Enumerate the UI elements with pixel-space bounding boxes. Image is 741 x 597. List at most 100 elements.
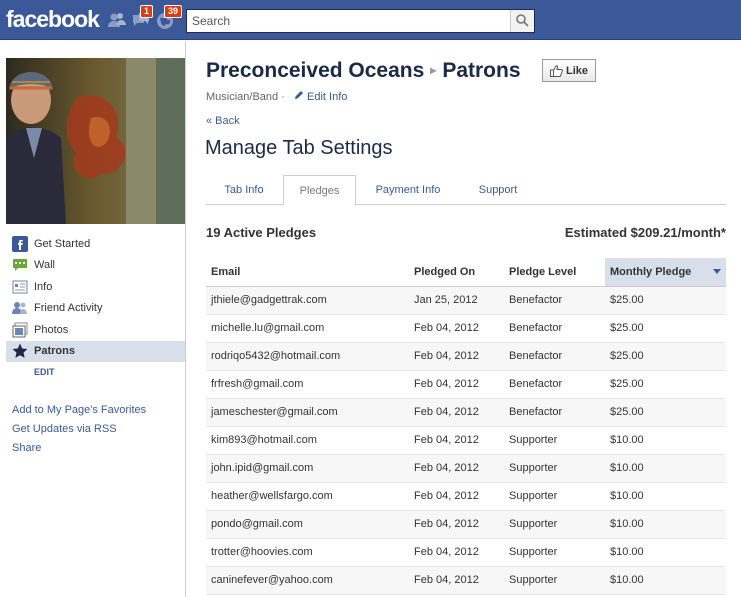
page-section: Patrons — [442, 59, 521, 82]
table-row: michelle.lu@gmail.com Feb 04, 2012 Benefac… — [206, 314, 726, 343]
back-link[interactable]: « Back — [206, 115, 240, 127]
column-header-pledge-level[interactable]: Pledge Level — [504, 258, 605, 287]
pledge-level: Supporter — [504, 510, 605, 539]
pledge-email: pondo@gmail.com — [206, 510, 409, 539]
pledges-table: Email Pledged On Pledge Level Monthly Pl… — [206, 258, 726, 595]
pledge-date: Feb 04, 2012 — [409, 342, 504, 371]
pledge-date: Feb 04, 2012 — [409, 510, 504, 539]
table-header-row: Email Pledged On Pledge Level Monthly Pl… — [206, 258, 726, 287]
pledge-amount: $10.00 — [605, 566, 726, 595]
pledge-email: caninefever@yahoo.com — [206, 566, 409, 595]
search-input[interactable] — [187, 10, 509, 32]
pledge-level: Supporter — [504, 566, 605, 595]
sidebar-nav: Get Started Wall Info Friend Activity Ph… — [6, 233, 185, 382]
pledge-email: trotter@hoovies.com — [206, 538, 409, 567]
table-row: jameschester@gmail.com Feb 04, 2012 Benefa… — [206, 398, 726, 427]
pledge-date: Feb 04, 2012 — [409, 538, 504, 567]
wall-icon — [12, 257, 28, 273]
estimated-monthly: Estimated $209.21/month* — [564, 225, 726, 240]
sidebar-item-photos[interactable]: Photos — [6, 319, 185, 341]
notifications-icon[interactable]: 39 — [155, 5, 183, 30]
search-icon — [516, 14, 529, 27]
pledge-level: Supporter — [504, 454, 605, 483]
left-column: Get Started Wall Info Friend Activity Ph… — [0, 41, 186, 597]
pledge-level: Benefactor — [504, 342, 605, 371]
pledge-amount: $25.00 — [605, 286, 726, 315]
table-row: jthiele@gadgettrak.com Jan 25, 2012 Benefa… — [206, 286, 726, 315]
like-button-label: Like — [565, 64, 588, 77]
pledge-email: jameschester@gmail.com — [206, 398, 409, 427]
breadcrumb-arrow-icon: ▸ — [430, 63, 437, 77]
notifications-count-badge: 39 — [164, 5, 183, 18]
page-subline: Musician/Band · Edit Info — [206, 90, 347, 103]
active-pledges-count: 19 Active Pledges — [206, 225, 317, 240]
column-header-pledged-on[interactable]: Pledged On — [409, 258, 504, 287]
pledge-date: Feb 04, 2012 — [409, 454, 504, 483]
pledge-email: heather@wellsfargo.com — [206, 482, 409, 511]
thumbs-up-icon — [549, 64, 563, 77]
friend-activity-icon — [12, 300, 28, 316]
pledge-email: michelle.lu@gmail.com — [206, 314, 409, 343]
edit-info-link[interactable]: Edit Info — [294, 91, 347, 103]
star-icon — [12, 343, 28, 359]
pledge-date: Jan 25, 2012 — [409, 286, 504, 315]
pledge-amount: $10.00 — [605, 454, 726, 483]
sidebar-item-wall[interactable]: Wall — [6, 255, 185, 277]
rss-link[interactable]: Get Updates via RSS — [12, 420, 146, 439]
sidebar-item-info[interactable]: Info — [6, 276, 185, 298]
pledge-email: rodriqo5432@hotmail.com — [206, 342, 409, 371]
column-header-monthly-pledge[interactable]: Monthly Pledge — [605, 258, 726, 287]
settings-tabs: Tab Info Pledges Payment Info Support — [206, 175, 726, 206]
search-button[interactable] — [510, 10, 534, 32]
pledge-date: Feb 04, 2012 — [409, 426, 504, 455]
tab-support[interactable]: Support — [466, 175, 530, 205]
table-row: frfresh@gmail.com Feb 04, 2012 Benefactor $… — [206, 370, 726, 399]
table-row: heather@wellsfargo.com Feb 04, 2012 Suppor… — [206, 482, 726, 511]
profile-picture[interactable] — [6, 58, 185, 224]
photos-icon — [12, 322, 28, 338]
pledge-level: Supporter — [504, 538, 605, 567]
sidebar-item-label: Info — [34, 280, 53, 293]
tab-payment-info[interactable]: Payment Info — [362, 175, 454, 205]
add-to-favorites-link[interactable]: Add to My Page's Favorites — [12, 401, 146, 420]
page-category: Musician/Band — [206, 91, 279, 103]
sidebar-item-label: Friend Activity — [34, 302, 103, 315]
pledge-amount: $25.00 — [605, 314, 726, 343]
pledge-amount: $25.00 — [605, 342, 726, 371]
tab-tab-info[interactable]: Tab Info — [206, 175, 282, 205]
sidebar-links: Add to My Page's Favorites Get Updates v… — [12, 401, 146, 458]
pledge-date: Feb 04, 2012 — [409, 482, 504, 511]
messages-count-badge: 1 — [140, 5, 154, 18]
pledge-amount: $10.00 — [605, 538, 726, 567]
pledge-amount: $10.00 — [605, 426, 726, 455]
sidebar-edit-link[interactable]: EDIT — [6, 362, 185, 382]
pledge-level: Benefactor — [504, 370, 605, 399]
column-header-email[interactable]: Email — [206, 258, 409, 287]
table-row: pondo@gmail.com Feb 04, 2012 Supporter $10.… — [206, 510, 726, 539]
messages-icon[interactable]: 1 — [131, 5, 154, 30]
facebook-logo[interactable]: facebook — [6, 6, 100, 33]
pencil-icon — [294, 91, 303, 99]
sidebar-item-label: Get Started — [34, 237, 91, 250]
pledge-level: Benefactor — [504, 286, 605, 315]
page-name-link[interactable]: Preconceived Oceans — [206, 59, 424, 82]
sidebar-item-label: Patrons — [34, 345, 75, 358]
sidebar-item-patrons[interactable]: Patrons — [6, 340, 185, 362]
share-link[interactable]: Share — [12, 439, 146, 458]
pledge-date: Feb 04, 2012 — [409, 566, 504, 595]
tab-pledges[interactable]: Pledges — [283, 175, 356, 206]
sidebar-item-label: Photos — [34, 323, 69, 336]
top-bar: facebook 1 39 — [0, 0, 741, 40]
info-icon — [12, 279, 28, 295]
pledge-amount: $10.00 — [605, 510, 726, 539]
sidebar-item-friend-activity[interactable]: Friend Activity — [6, 298, 185, 320]
sidebar-item-label: Wall — [34, 259, 55, 272]
pledge-level: Benefactor — [504, 398, 605, 427]
friend-requests-icon[interactable] — [107, 10, 127, 30]
like-button[interactable]: Like — [542, 59, 596, 82]
pledge-email: john.ipid@gmail.com — [206, 454, 409, 483]
table-row: caninefever@yahoo.com Feb 04, 2012 Support… — [206, 566, 726, 595]
pledge-email: jthiele@gadgettrak.com — [206, 286, 409, 315]
sidebar-item-get-started[interactable]: Get Started — [6, 233, 185, 255]
sort-descending-icon — [713, 269, 721, 274]
